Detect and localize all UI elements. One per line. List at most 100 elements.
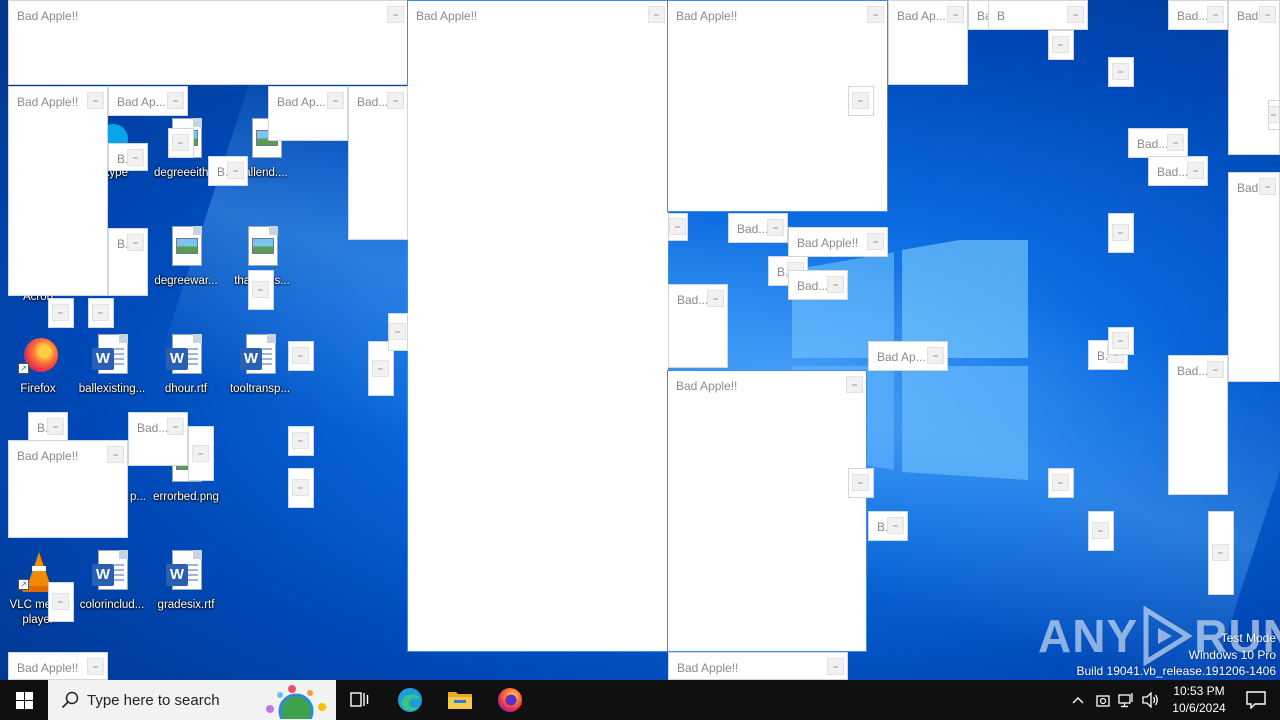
bad-apple-window[interactable]: Bad... — [1128, 128, 1188, 158]
close-icon[interactable] — [1052, 36, 1069, 53]
bad-apple-window[interactable]: Bad Apple!! — [8, 86, 108, 296]
close-icon[interactable] — [1112, 332, 1129, 349]
bad-apple-window-mini[interactable] — [248, 270, 274, 310]
close-icon[interactable] — [172, 134, 189, 151]
bad-apple-window[interactable]: Bad... — [1168, 355, 1228, 495]
close-icon[interactable] — [707, 290, 724, 307]
bad-apple-window-mini[interactable] — [48, 582, 74, 622]
close-icon[interactable] — [1207, 361, 1224, 378]
bad-apple-window[interactable]: Bad Apple!! — [668, 652, 848, 680]
close-icon[interactable] — [1052, 474, 1069, 491]
bad-apple-window-mini[interactable] — [1108, 57, 1134, 87]
close-icon[interactable] — [127, 149, 144, 166]
bad-apple-window-mini[interactable] — [48, 298, 74, 328]
show-hidden-icons-button[interactable] — [1066, 680, 1090, 720]
close-icon[interactable] — [867, 6, 884, 23]
close-icon[interactable] — [648, 6, 665, 23]
close-icon[interactable] — [87, 92, 104, 109]
bad-apple-window-mini[interactable] — [1108, 213, 1134, 253]
bad-apple-window[interactable]: Bad Apple!! — [788, 227, 888, 257]
close-icon[interactable] — [107, 446, 124, 463]
close-icon[interactable] — [1067, 6, 1084, 23]
bad-apple-window[interactable]: B... — [28, 412, 68, 442]
close-icon[interactable] — [292, 479, 309, 496]
taskbar-search-box[interactable]: Type here to search — [48, 680, 336, 720]
bad-apple-window[interactable]: B... — [208, 156, 248, 186]
close-icon[interactable] — [887, 517, 904, 534]
bad-apple-window[interactable]: Bad Apple!! — [8, 0, 408, 85]
network-tray-button[interactable] — [1116, 680, 1138, 720]
close-icon[interactable] — [327, 92, 344, 109]
taskbar-clock[interactable]: 10:53 PM 10/6/2024 — [1160, 683, 1238, 717]
bad-apple-window[interactable]: Bad... — [788, 270, 848, 300]
close-icon[interactable] — [927, 347, 944, 364]
bad-apple-window[interactable]: Bad... — [348, 86, 408, 240]
file-explorer-taskbar-button[interactable] — [436, 680, 484, 720]
bad-apple-window[interactable]: Bad Ap... — [108, 86, 188, 116]
close-icon[interactable] — [252, 281, 269, 298]
bad-apple-window-mini[interactable] — [1108, 327, 1134, 355]
firefox-taskbar-button[interactable] — [486, 680, 534, 720]
bad-apple-window[interactable]: B — [988, 0, 1088, 30]
action-center-button[interactable] — [1232, 680, 1280, 720]
bad-apple-window[interactable]: Bad Apple!! — [8, 652, 108, 680]
close-icon[interactable] — [227, 162, 244, 179]
close-icon[interactable] — [47, 418, 64, 435]
start-button[interactable] — [0, 680, 48, 720]
close-icon[interactable] — [92, 304, 109, 321]
close-icon[interactable] — [192, 444, 209, 462]
volume-tray-button[interactable] — [1140, 680, 1162, 720]
close-icon[interactable] — [852, 92, 869, 109]
bad-apple-window[interactable]: Bad Apple!! — [667, 370, 867, 652]
close-icon[interactable] — [292, 432, 309, 449]
desktop-icon-tooltransp[interactable]: W tooltransp... — [222, 334, 298, 397]
close-icon[interactable] — [827, 276, 844, 293]
bad-apple-window-mini[interactable] — [668, 213, 688, 241]
bad-apple-window[interactable]: Bad... — [1148, 156, 1208, 186]
bad-apple-window-mini[interactable] — [168, 128, 194, 158]
bad-apple-window-mini[interactable] — [88, 298, 114, 328]
bad-apple-window[interactable]: Bad Ap... — [268, 86, 348, 141]
bad-apple-window[interactable]: Bad... — [668, 284, 728, 368]
close-icon[interactable] — [52, 304, 69, 321]
close-icon[interactable] — [1167, 134, 1184, 151]
bad-apple-window-mini[interactable] — [388, 313, 408, 351]
close-icon[interactable] — [852, 474, 869, 491]
close-icon[interactable] — [167, 418, 184, 435]
bad-apple-window-mini[interactable] — [288, 468, 314, 508]
bad-apple-window-mini[interactable] — [848, 468, 874, 498]
close-icon[interactable] — [292, 347, 309, 364]
bad-apple-window[interactable]: Bad... — [1228, 172, 1280, 382]
bad-apple-window-mini[interactable] — [1268, 100, 1280, 130]
bad-apple-window[interactable]: Bad Apple!! — [407, 0, 669, 652]
task-view-button[interactable] — [336, 680, 384, 720]
close-icon[interactable] — [1112, 224, 1129, 241]
close-icon[interactable] — [1112, 63, 1129, 80]
bad-apple-window-mini[interactable] — [848, 86, 874, 116]
desktop-icon-dhour[interactable]: W dhour.rtf — [148, 334, 224, 397]
desktop-icon-degreewar[interactable]: degreewar... — [148, 226, 224, 289]
edge-taskbar-button[interactable] — [386, 680, 434, 720]
close-icon[interactable] — [846, 376, 863, 393]
close-icon[interactable] — [372, 359, 389, 377]
bad-apple-window[interactable]: Bad... — [1168, 0, 1228, 30]
bad-apple-window[interactable]: Bad Ap... — [888, 0, 968, 85]
close-icon[interactable] — [387, 6, 404, 23]
bad-apple-window-mini[interactable] — [1208, 511, 1234, 595]
desktop-icon-firefox[interactable]: ↗ Firefox — [0, 334, 76, 397]
desktop-icon-colorinclud[interactable]: W colorinclud... — [74, 550, 150, 613]
close-icon[interactable] — [87, 658, 104, 675]
close-icon[interactable] — [389, 323, 406, 340]
desktop-icon-gradesix[interactable]: W gradesix.rtf — [148, 550, 224, 613]
bad-apple-window-mini[interactable] — [1088, 511, 1114, 551]
bad-apple-window[interactable]: B... — [108, 143, 148, 171]
close-icon[interactable] — [127, 234, 144, 251]
close-icon[interactable] — [767, 219, 784, 236]
close-icon[interactable] — [1212, 544, 1229, 561]
bad-apple-window-mini[interactable] — [188, 426, 214, 481]
close-icon[interactable] — [947, 6, 964, 23]
close-icon[interactable] — [167, 92, 184, 109]
close-icon[interactable] — [1187, 162, 1204, 179]
bad-apple-window[interactable]: Bad... — [728, 213, 788, 243]
close-icon[interactable] — [1259, 6, 1276, 23]
